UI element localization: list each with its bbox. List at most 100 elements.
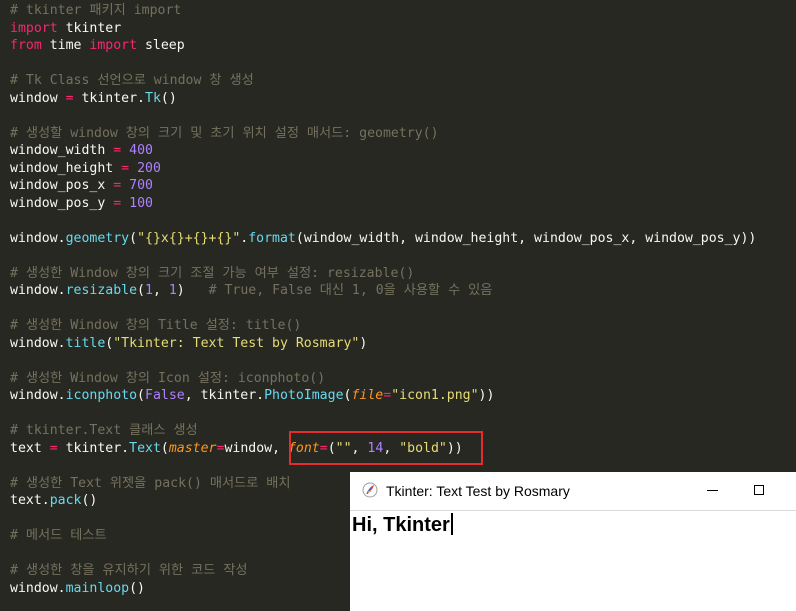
argument: window, — [224, 441, 288, 456]
keyword-from: from — [10, 38, 42, 53]
text-caret — [450, 513, 453, 535]
keyword-import: import — [89, 38, 138, 53]
module-ref: tkinter. — [73, 91, 145, 106]
comment: # 생성한 Text 위젯을 pack() 매서드로 배치 — [10, 476, 291, 491]
red-highlight-box — [289, 431, 483, 465]
object-ref: window. — [10, 581, 66, 596]
boolean: False — [145, 388, 185, 403]
code-line-10: window_height = 200 — [10, 160, 161, 178]
window-titlebar[interactable]: Tkinter: Text Test by Rosmary — [350, 472, 796, 510]
object-ref: window. — [10, 388, 66, 403]
string: "Tkinter: Text Test by Rosmary" — [113, 336, 360, 351]
code-line-19: # 생성한 Window 창의 Title 설정: title() — [10, 317, 301, 335]
variable: window_pos_x — [10, 178, 114, 193]
code-line-1: # tkinter 패키지 import — [10, 2, 181, 20]
code-line-22: # 생성한 Window 창의 Icon 설정: iconphoto() — [10, 370, 325, 388]
operator: = — [49, 441, 58, 456]
code-line-5: # Tk Class 선언으로 window 창 생성 — [10, 72, 254, 90]
module-ref: , tkinter. — [184, 388, 265, 403]
number: 200 — [137, 161, 161, 176]
paren: ( — [137, 388, 145, 403]
code-line-17: window.resizable(1, 1) # True, False 대신 … — [10, 282, 492, 300]
maximize-icon — [754, 485, 764, 495]
comment: # 생성한 Window 창의 크기 조절 가능 여부 설정: resizabl… — [10, 266, 415, 281]
code-line-28: # 생성한 Text 위젯을 pack() 매서드로 배치 — [10, 475, 291, 493]
feather-icon — [362, 482, 378, 498]
code-line-20: window.title("Tkinter: Text Test by Rosm… — [10, 335, 367, 353]
minimize-button[interactable] — [690, 472, 736, 510]
text-widget-content: Hi, Tkinter — [352, 513, 453, 537]
operator: = — [383, 388, 392, 403]
function-call: format — [248, 231, 296, 246]
parens: () — [129, 581, 145, 596]
variable: window_height — [10, 161, 122, 176]
maximize-button[interactable] — [736, 472, 782, 510]
object-ref: window. — [10, 336, 66, 351]
code-line-25: # tkinter.Text 클래스 생성 — [10, 422, 198, 440]
module-name: tkinter — [57, 21, 122, 36]
comment: # 생성할 window 창의 크기 및 초기 위치 설정 매서드: geome… — [10, 126, 439, 141]
paren: ( — [137, 283, 145, 298]
operator: = — [113, 196, 122, 211]
operator: = — [113, 143, 122, 158]
operator: = — [121, 161, 130, 176]
comment: # tkinter.Text 클래스 생성 — [10, 423, 198, 438]
number: 700 — [129, 178, 153, 193]
object-ref: window. — [10, 231, 66, 246]
number: 100 — [129, 196, 153, 211]
string: "icon1.png" — [391, 388, 479, 403]
function-call: Tk — [145, 91, 161, 106]
module-name: time — [41, 38, 90, 53]
function-call: title — [65, 336, 106, 351]
minimize-icon — [707, 490, 718, 491]
import-name: sleep — [137, 38, 185, 53]
comment: # 메서드 테스트 — [10, 528, 107, 543]
paren: ( — [129, 231, 138, 246]
paren: ) — [359, 336, 368, 351]
comment: # Tk Class 선언으로 window 창 생성 — [10, 73, 254, 88]
code-line-11: window_pos_x = 700 — [10, 177, 153, 195]
arguments: (window_width, window_height, window_pos… — [295, 231, 757, 246]
comment: # tkinter 패키지 import — [10, 3, 182, 18]
tk-text-widget[interactable]: Hi, Tkinter — [350, 511, 796, 611]
code-line-29: text.pack() — [10, 492, 97, 510]
function-call: pack — [49, 493, 82, 508]
text-content: Hi, Tkinter — [352, 514, 450, 536]
code-line-2: import tkinter — [10, 20, 121, 38]
code-line-34: window.mainloop() — [10, 580, 145, 598]
string: "{}x{}+{}+{}" — [137, 231, 241, 246]
tk-window[interactable]: Tkinter: Text Test by Rosmary Hi, Tkinte… — [350, 472, 796, 611]
function-call: Text — [129, 441, 161, 456]
number: 1 — [168, 283, 177, 298]
object-ref: text. — [10, 493, 50, 508]
code-line-31: # 메서드 테스트 — [10, 527, 107, 545]
code-line-9: window_width = 400 — [10, 142, 153, 160]
parens: () — [81, 493, 98, 508]
paren: ) — [176, 283, 185, 298]
code-line-14: window.geometry("{}x{}+{}+{}".format(win… — [10, 230, 756, 248]
code-line-12: window_pos_y = 100 — [10, 195, 153, 213]
code-line-3: from time import sleep — [10, 37, 185, 55]
comma: , — [152, 283, 169, 298]
function-call: iconphoto — [65, 388, 138, 403]
code-line-16: # 생성한 Window 창의 크기 조절 가능 여부 설정: resizabl… — [10, 265, 414, 283]
keyword-import: import — [10, 21, 58, 36]
number: 400 — [129, 143, 153, 158]
code-line-8: # 생성할 window 창의 크기 및 초기 위치 설정 매서드: geome… — [10, 125, 439, 143]
paren: ( — [160, 441, 169, 456]
parameter: file — [351, 388, 384, 403]
operator: = — [113, 178, 122, 193]
comment: # True, False 대신 1, 0을 사용할 수 있음 — [184, 283, 493, 298]
variable: window — [10, 91, 66, 106]
comment: # 생성한 Window 창의 Icon 설정: iconphoto() — [10, 371, 326, 386]
code-line-6: window = tkinter.Tk() — [10, 90, 177, 108]
code-line-33: # 생성한 창을 유지하기 위한 코드 작성 — [10, 562, 248, 580]
function-call: mainloop — [65, 581, 130, 596]
operator: = — [65, 91, 74, 106]
parameter: master — [168, 441, 217, 456]
variable: text — [10, 441, 50, 456]
code-line-23: window.iconphoto(False, tkinter.PhotoIma… — [10, 387, 494, 405]
